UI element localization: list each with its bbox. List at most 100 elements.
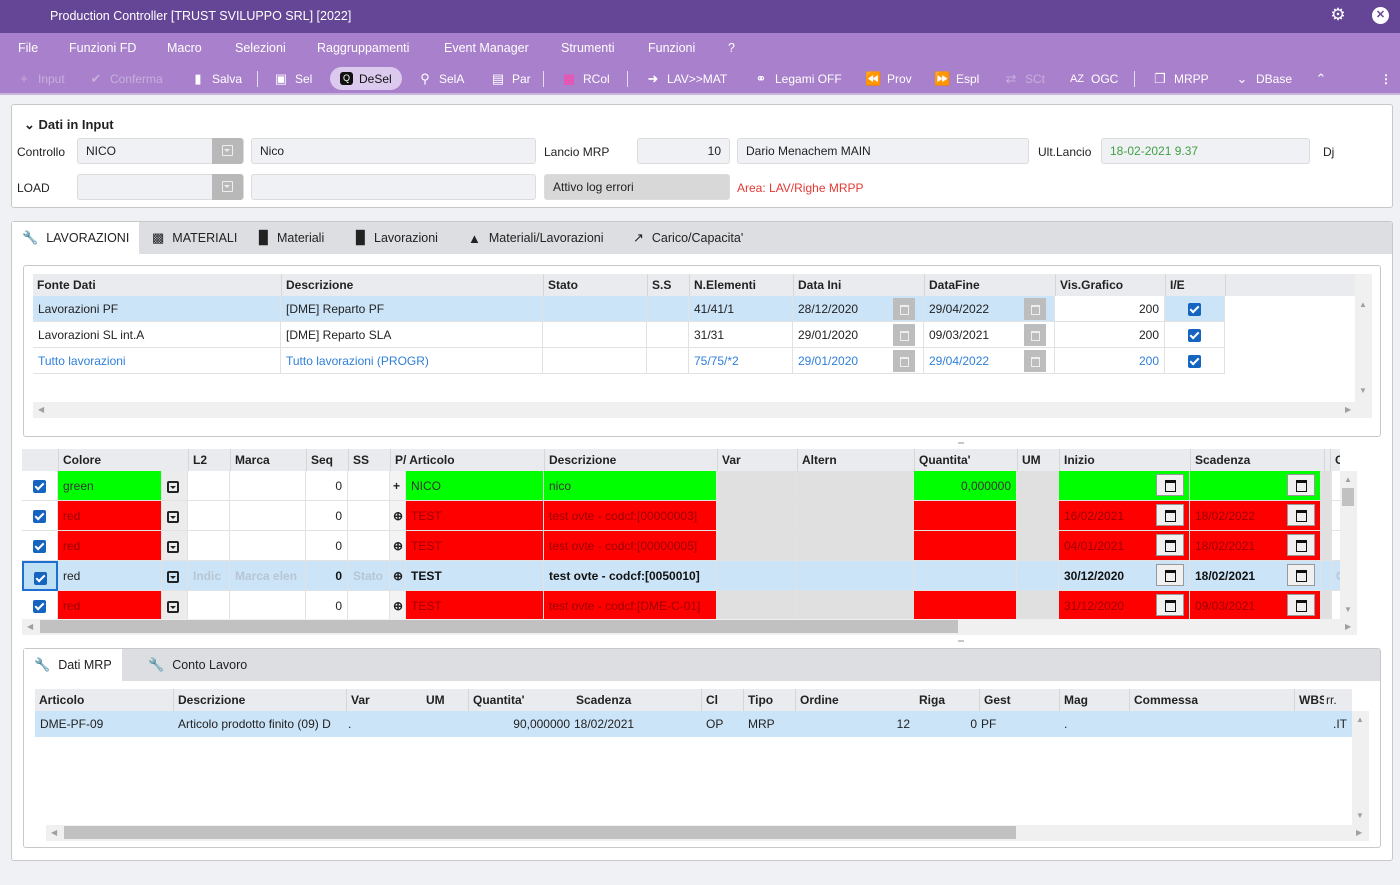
scroll-left-icon[interactable]: ◀ <box>38 405 44 414</box>
tab-materiali-upper[interactable]: ▩ MATERIALI <box>142 222 247 254</box>
dbase-button[interactable]: ⌄ DBase <box>1234 67 1292 90</box>
col-gest[interactable]: Gest <box>979 689 1059 711</box>
scroll-down-icon[interactable]: ▼ <box>1344 605 1352 614</box>
p-cell[interactable]: ⊕ <box>390 591 406 619</box>
col-fonte-dati[interactable]: Fonte Dati <box>33 274 281 296</box>
col-ie[interactable]: I/E <box>1165 274 1225 296</box>
articolo-cell[interactable]: TEST <box>406 561 544 591</box>
salva-button[interactable]: ▮ Salva <box>190 67 242 90</box>
quantita-cell[interactable] <box>914 501 1017 531</box>
commessa-cell[interactable] <box>1331 471 1340 501</box>
col-descrizione[interactable]: Descrizione <box>544 449 717 471</box>
calendar-icon[interactable] <box>1024 350 1046 372</box>
ie-checkbox[interactable] <box>1188 355 1201 369</box>
line-row[interactable]: red 0 ⊕ TEST test ovte - codcf:[00000003] 16/… <box>22 501 1340 531</box>
sources-vscroll[interactable]: ▲ ▼ <box>1355 274 1372 410</box>
tab-dati-mrp[interactable]: 🔧 Dati MRP <box>24 649 122 681</box>
ie-cell[interactable] <box>1165 296 1225 322</box>
tab-materiali-lavorazioni[interactable]: ▲ Materiali/Lavorazioni <box>458 222 614 254</box>
line-row[interactable]: green 0 + NICO nico 0,000000 <box>22 471 1340 501</box>
var-cell[interactable] <box>717 561 797 591</box>
descrizione-cell[interactable]: test ovte - codcf:[DME-C-01] <box>544 591 717 619</box>
articolo-cell[interactable]: TEST <box>406 591 544 619</box>
data-ini-cell[interactable]: 29/01/2020 <box>793 322 924 348</box>
col-quantita[interactable]: Quantita' <box>914 449 1017 471</box>
tab-lavorazioni-chart[interactable]: ▉ Lavorazioni <box>346 222 448 254</box>
dropdown-icon[interactable] <box>167 540 179 553</box>
l2-cell[interactable] <box>188 501 230 531</box>
um-cell[interactable] <box>1017 471 1059 501</box>
controllo-desc-field[interactable]: Nico <box>251 138 536 164</box>
seq-cell[interactable]: 0 <box>306 501 348 531</box>
calendar-icon[interactable] <box>1287 564 1315 586</box>
row-checkbox[interactable] <box>33 480 46 494</box>
wbs-cell[interactable] <box>1294 711 1322 737</box>
descrizione-cell[interactable]: nico <box>544 471 717 501</box>
data-fine-cell[interactable]: 09/03/2021 <box>924 322 1055 348</box>
vis-grafico-cell[interactable]: 200 <box>1055 322 1165 348</box>
row-checkbox-cell[interactable] <box>22 591 58 619</box>
rcol-button[interactable]: ▦ RCol <box>561 67 610 90</box>
col-articolo[interactable]: Articolo <box>35 689 173 711</box>
menu-selezioni[interactable]: Selezioni <box>235 41 286 55</box>
line-row[interactable]: red 0 ⊕ TEST test ovte - codcf:[DME-C-01] 31/… <box>22 591 1340 619</box>
calendar-icon[interactable] <box>893 350 915 372</box>
n-elementi-cell[interactable]: 31/31 <box>689 322 793 348</box>
calendar-icon[interactable] <box>1287 534 1315 556</box>
lancio-mrp-field[interactable]: 10 <box>637 138 730 164</box>
lines-hscroll[interactable]: ◀ ▶ <box>22 619 1357 635</box>
col-descrizione[interactable]: Descrizione <box>281 274 543 296</box>
col-commessa[interactable]: Comr <box>1330 449 1340 471</box>
colore-cell[interactable]: red <box>58 501 162 531</box>
col-um[interactable]: UM <box>426 689 468 711</box>
col-l2[interactable]: L2 <box>188 449 230 471</box>
lancio-user-field[interactable]: Dario Menachem MAIN <box>737 138 1029 164</box>
commessa-cell[interactable] <box>1129 711 1294 737</box>
col-rr[interactable]: rr. <box>1322 689 1352 711</box>
scroll-up-icon[interactable]: ▲ <box>1344 475 1352 484</box>
descrizione-cell[interactable]: [DME] Reparto SLA <box>281 322 543 348</box>
var-cell[interactable]: . <box>346 711 426 737</box>
col-altern[interactable]: Altern <box>797 449 914 471</box>
col-stato[interactable]: Stato <box>543 274 647 296</box>
dropdown-icon[interactable] <box>167 600 179 613</box>
sources-hscroll[interactable]: ◀ ▶ <box>33 402 1372 418</box>
n-elementi-cell[interactable]: 75/75/*2 <box>689 348 793 374</box>
calendar-icon[interactable] <box>1024 298 1046 320</box>
col-ordine[interactable]: Ordine <box>795 689 915 711</box>
p-cell[interactable]: ⊕ <box>390 531 406 561</box>
inizio-cell[interactable]: 16/02/2021 <box>1059 501 1190 531</box>
prov-button[interactable]: ⏪ Prov <box>865 67 912 90</box>
quantita-cell[interactable] <box>914 561 1017 591</box>
rr-cell[interactable]: .IT <box>1322 711 1352 737</box>
close-icon[interactable]: ✕ <box>1372 7 1389 24</box>
col-marca[interactable]: Marca <box>230 449 306 471</box>
fonte-dati-cell[interactable]: Lavorazioni PF <box>33 296 281 322</box>
menu-funzioni-fd[interactable]: Funzioni FD <box>69 41 136 55</box>
stato-cell[interactable] <box>543 296 647 322</box>
sources-row[interactable]: Lavorazioni SL int.A [DME] Reparto SLA 31/… <box>33 322 1225 348</box>
data-fine-cell[interactable]: 29/04/2022 <box>924 348 1055 374</box>
scadenza-cell[interactable]: 18/02/2022 <box>1190 501 1321 531</box>
scroll-right-icon[interactable]: ▶ <box>1345 405 1351 414</box>
l2-cell[interactable] <box>188 531 230 561</box>
col-cl[interactable]: Cl <box>701 689 743 711</box>
gear-icon[interactable]: ⚙ <box>1329 6 1347 24</box>
row-checkbox-cell[interactable] <box>22 561 58 591</box>
ss-cell[interactable] <box>348 501 390 531</box>
menu-file[interactable]: File <box>18 41 38 55</box>
mrp-vscroll[interactable]: ▲ ▼ <box>1352 711 1369 825</box>
col-scadenza[interactable]: Scadenza <box>572 689 701 711</box>
descrizione-cell[interactable]: Articolo prodotto finito (09) D <box>173 711 346 737</box>
scroll-left-icon[interactable]: ◀ <box>51 828 57 837</box>
um-cell[interactable] <box>1017 531 1059 561</box>
row-checkbox[interactable] <box>33 510 46 524</box>
col-scadenza[interactable]: Scadenza <box>1190 449 1324 471</box>
var-cell[interactable] <box>717 531 797 561</box>
row-checkbox[interactable] <box>33 572 47 586</box>
splitter-handle[interactable] <box>958 640 964 642</box>
row-checkbox-cell[interactable] <box>22 501 58 531</box>
colore-dropdown-cell[interactable] <box>162 591 188 619</box>
menu-help[interactable]: ? <box>728 41 735 55</box>
articolo-cell[interactable]: NICO <box>406 471 544 501</box>
